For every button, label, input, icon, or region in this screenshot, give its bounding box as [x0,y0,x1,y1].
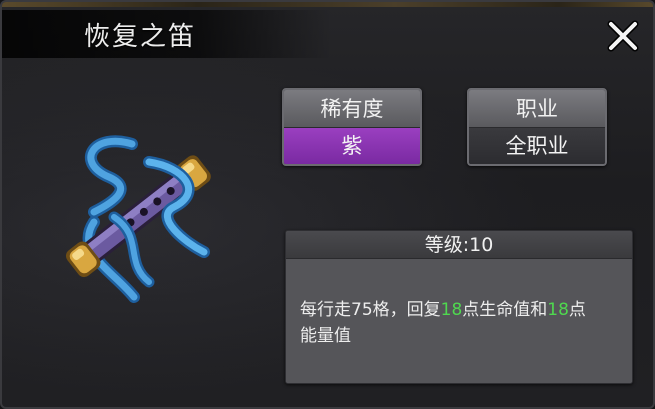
flute-icon [54,122,224,312]
job-value: 全职业 [469,128,605,164]
item-title: 恢复之笛 [84,22,197,52]
rarity-label: 稀有度 [284,90,420,128]
hp-amount: 18 [440,300,463,320]
energy-amount: 18 [547,300,569,320]
level-label: 等级:10 [286,231,632,259]
item-info-box: 等级:10 每行走75格，回复18点生命值和18点 能量值 [285,230,633,384]
item-detail-panel: 恢复之笛 稀有度 紫 职业 全职业 等级:10 每行走75格，回复18点生命值和… [0,0,655,409]
job-label: 职业 [469,90,605,128]
close-button[interactable] [605,18,641,54]
job-box: 职业 全职业 [467,88,607,166]
description-text: 每行走75格，回复 [300,300,441,320]
rarity-value: 紫 [284,128,420,164]
description-text: 点生命值和 [462,300,548,320]
description-text: 点 [568,300,586,320]
rarity-box: 稀有度 紫 [282,88,422,166]
item-description: 每行走75格，回复18点生命值和18点 能量值 [286,259,632,383]
top-border-decoration [2,2,653,7]
description-text: 能量值 [300,326,351,346]
close-icon [607,20,639,52]
